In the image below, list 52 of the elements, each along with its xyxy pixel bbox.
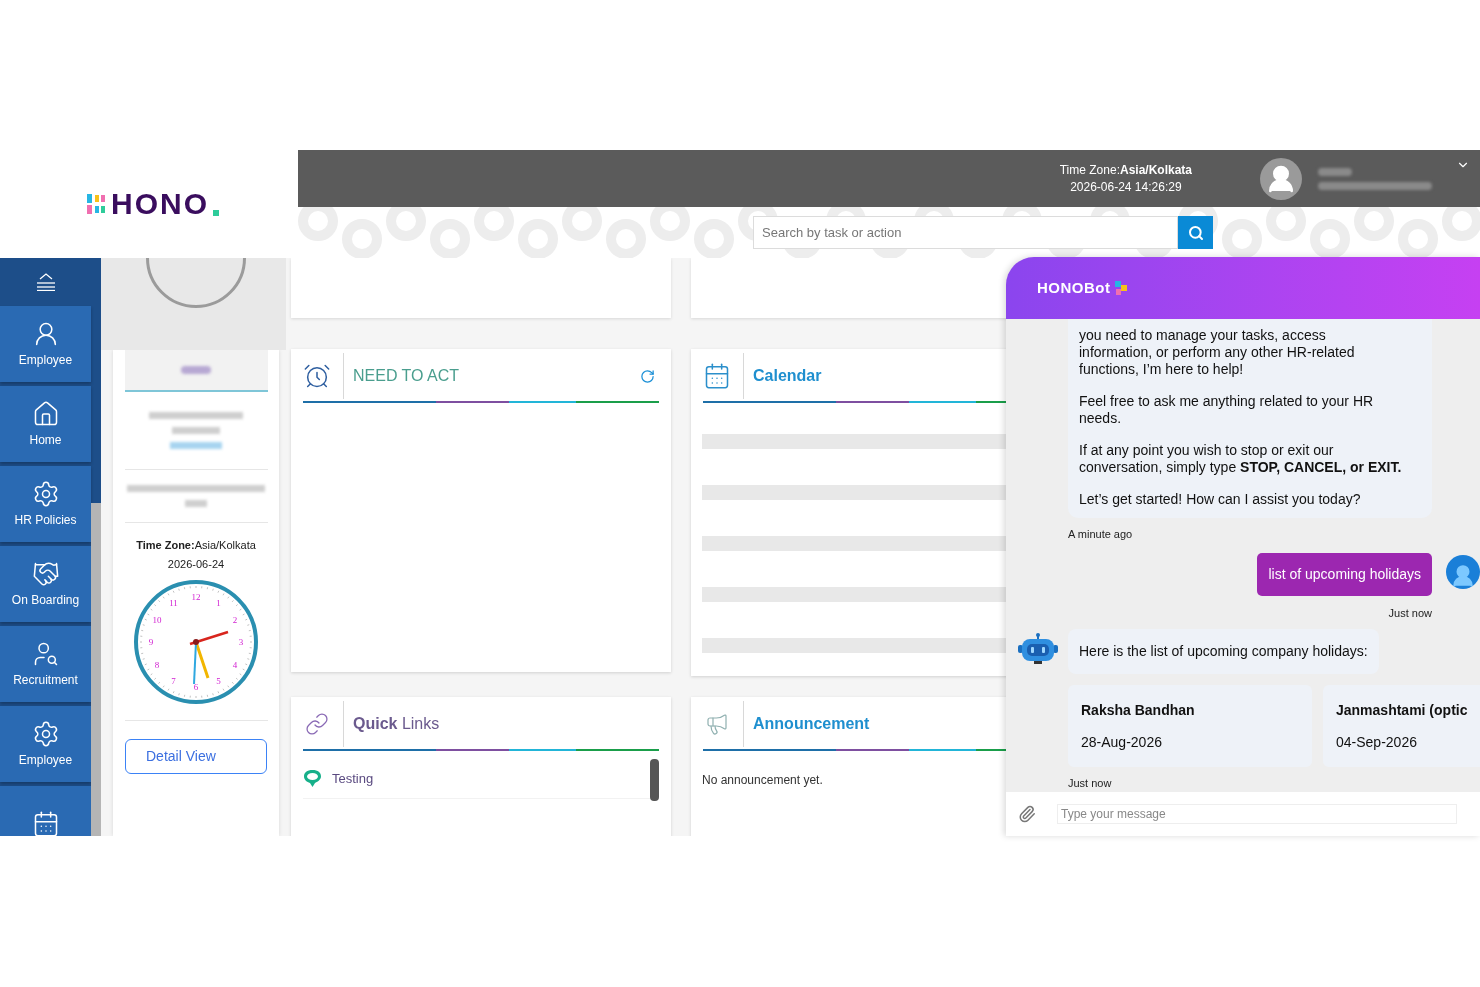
refresh-icon[interactable] [640,368,655,384]
card-title: NEED TO ACT [353,367,460,384]
sidebar-item[interactable]: On Boarding [0,546,91,622]
message-paragraph: Feel free to ask me anything related to your HR needs. [1079,393,1375,427]
card-title: Calendar [753,367,822,384]
message-paragraph: If at any point you wish to stop or exit our conversation, simply type STOP, CANCEL, or EXIT. [1079,442,1402,476]
card-title: Quick Links [353,715,440,732]
message-time: Just now [1388,605,1432,621]
logo-mark-icon [87,194,107,214]
robot-icon [1018,633,1058,665]
user-icon [1450,562,1476,589]
timezone-text: Time Zone:Asia/Kolkata [1059,161,1192,179]
datetime-text: 2026-06-24 14:26:29 [1070,178,1182,196]
calendar-icon [703,362,731,390]
search-field[interactable]: Search by task or action [753,216,1178,249]
megaphone-icon [705,712,729,736]
holiday-date: 28-Aug-2026 [1081,732,1163,752]
message-time: A minute ago [1068,527,1134,542]
message-time: Just now [1068,776,1113,791]
holiday-date: 04-Sep-2026 [1336,732,1418,752]
analog-clock: 12 1 2 3 4 5 6 7 8 9 10 11 [132,578,260,706]
bot-logo-icon [1114,280,1128,296]
timezone-text: Time Zone:Asia/Kolkata [136,538,256,553]
logo: HONO [87,189,219,219]
chat-title: HONOBot [1037,277,1111,298]
menu-toggle[interactable] [35,273,56,291]
holiday-name: Raksha Bandhan [1081,700,1196,720]
search-icon [1187,224,1204,241]
sidebar-item[interactable]: Home [0,386,91,462]
message-paragraph: you need to manage your tasks, access information, or perform any other HR-related functions, I’m here to help! [1079,327,1356,378]
scrollbar-thumb[interactable] [650,759,659,801]
date-text: 2026-06-24 [167,556,225,572]
sidebar-item[interactable]: Recruitment [0,626,91,702]
detail-view-button[interactable]: Detail View [125,739,267,774]
speech-bubble-icon [303,769,322,788]
sidebar-item[interactable]: Employee [0,706,91,782]
link-icon [305,712,329,736]
sidebar-item[interactable]: HR Policies [0,466,91,542]
card-title: Announcement [753,715,870,732]
holiday-name: Janmashtami (optic [1336,700,1469,720]
search-button[interactable] [1178,216,1213,249]
scrollbar[interactable] [91,503,101,836]
clock-icon [303,362,331,390]
message-field[interactable]: Type your message [1057,804,1457,824]
user-message: list of upcoming holidays [1257,552,1432,596]
blurred-name [1318,167,1352,176]
quick-link[interactable]: Testing [303,759,650,799]
bot-message: Here is the list of upcoming company holidays: [1068,629,1379,674]
message-paragraph: Let’s get started! How can I assist you today? [1079,491,1362,508]
paperclip-icon[interactable] [1018,805,1036,823]
sidebar-item[interactable]: Employee [0,306,91,382]
empty-message: No announcement yet. [702,772,824,789]
